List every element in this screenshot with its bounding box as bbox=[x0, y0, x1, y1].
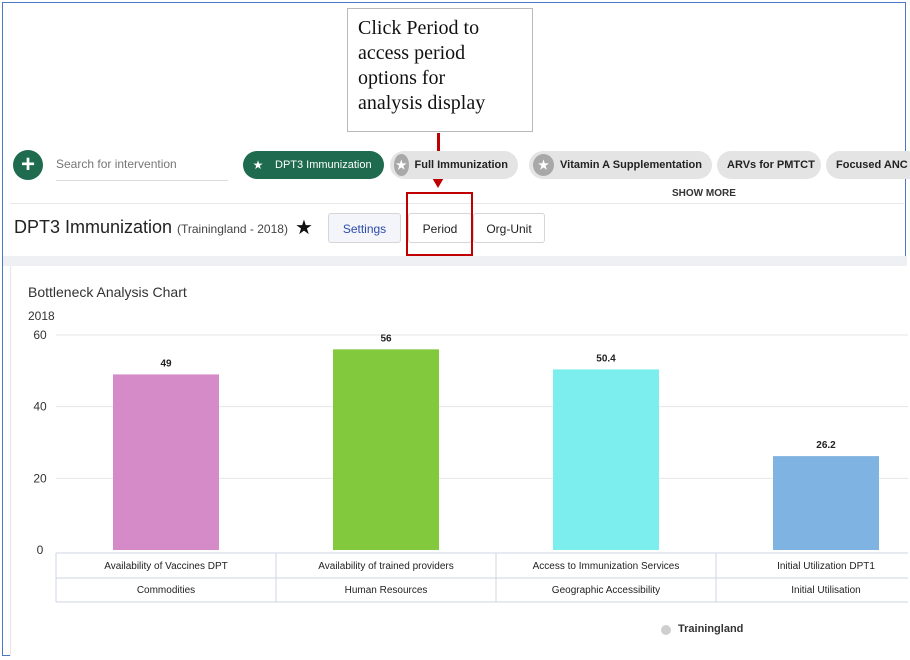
x-group-label: Human Resources bbox=[345, 585, 428, 596]
y-tick-label: 40 bbox=[33, 400, 47, 414]
x-category-label: Availability of trained providers bbox=[318, 561, 453, 572]
data-label: 49 bbox=[160, 358, 172, 369]
bar bbox=[333, 349, 439, 550]
x-group-label: Initial Utilisation bbox=[791, 585, 860, 596]
bar bbox=[553, 369, 659, 550]
x-category-label: Availability of Vaccines DPT bbox=[104, 561, 228, 572]
x-category-label: Access to Immunization Services bbox=[533, 561, 680, 572]
legend-marker[interactable] bbox=[661, 625, 671, 635]
bar bbox=[113, 374, 219, 550]
x-category-label: Initial Utilization DPT1 bbox=[777, 561, 875, 572]
y-tick-label: 0 bbox=[37, 543, 44, 557]
data-label: 26.2 bbox=[816, 440, 836, 451]
legend-label[interactable]: Trainingland bbox=[678, 623, 743, 635]
x-group-label: Commodities bbox=[137, 585, 195, 596]
data-label: 56 bbox=[380, 333, 392, 344]
y-tick-label: 60 bbox=[33, 328, 47, 342]
data-label: 50.4 bbox=[596, 353, 616, 364]
x-group-label: Geographic Accessibility bbox=[552, 585, 660, 596]
y-tick-label: 20 bbox=[33, 471, 47, 485]
bar bbox=[773, 456, 879, 550]
bottleneck-chart: 0 20 40 60 49 56 50.4 26.2 Availability of Vacci… bbox=[33, 328, 908, 603]
